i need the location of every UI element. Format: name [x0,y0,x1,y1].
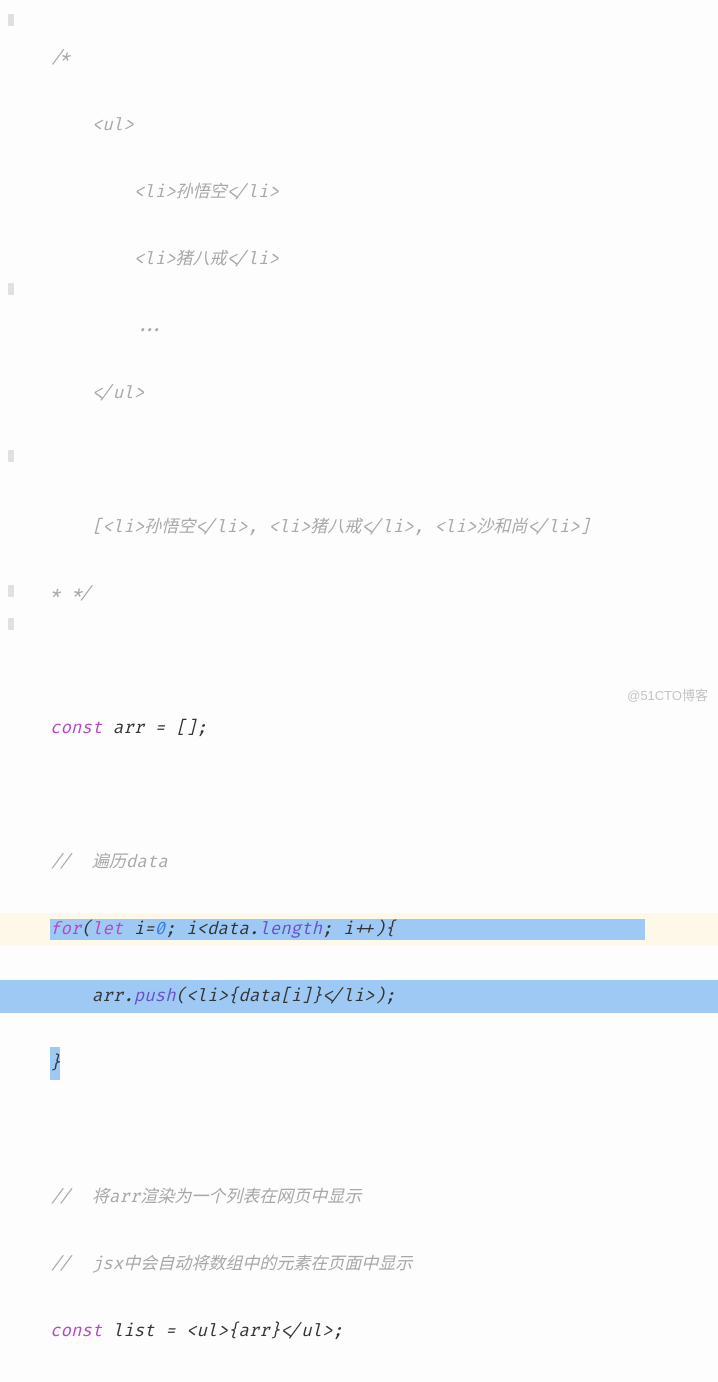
code-line: // jsx中会自动将数组中的元素在页面中显示 [50,1248,718,1282]
code-line: const arr = []; [50,712,718,746]
code-line [50,779,718,813]
code-line [50,645,718,679]
watermark-text: @51CTO博客 [627,679,708,713]
code-line: </ul> [50,377,718,411]
code-line [50,444,718,478]
code-line-selected: } [50,1047,718,1081]
code-line: <ul> [50,109,718,143]
code-line: // 遍历data [50,846,718,880]
code-editor[interactable]: /* <ul> <li>孙悟空</li> <li>猪八戒</li> ... </… [0,0,718,1382]
code-line: ... [50,310,718,344]
code-line: const list = <ul>{arr}</ul>; [50,1315,718,1349]
code-line: // 将arr渲染为一个列表在网页中显示 [50,1181,718,1215]
code-line: * */ [50,578,718,612]
code-line-selected: for(let i=0; i<data.length; i++){ [50,913,718,947]
code-line: <li>孙悟空</li> [50,176,718,210]
code-line [50,1114,718,1148]
code-line-selected: arr.push(<li>{data[i]}</li>); [0,980,718,1014]
line-gutter [0,8,20,726]
code-line: [<li>孙悟空</li>, <li>猪八戒</li>, <li>沙和尚</li… [50,511,718,545]
code-line: /* [50,42,718,76]
code-line: <li>猪八戒</li> [50,243,718,277]
